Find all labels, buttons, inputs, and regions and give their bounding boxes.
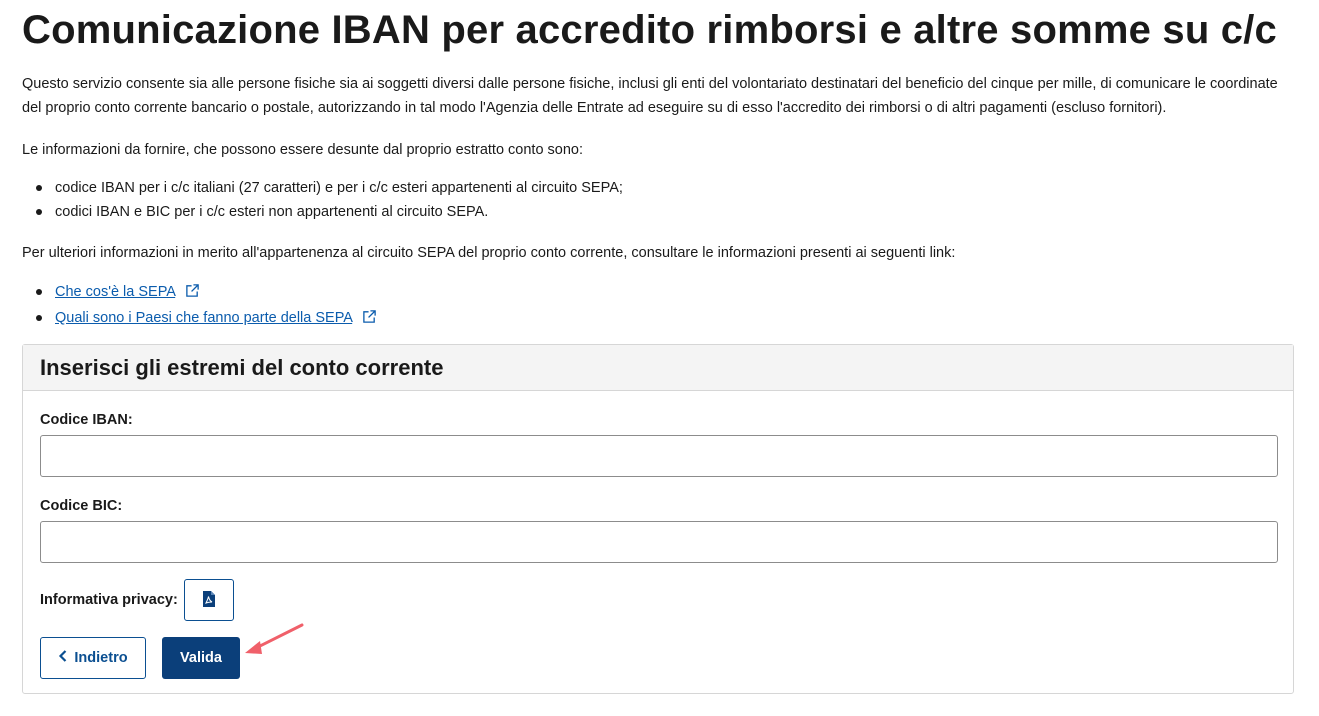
list-item: codice IBAN per i c/c italiani (27 carat… [36,176,623,200]
bic-input[interactable] [40,521,1278,563]
chevron-left-icon [58,650,68,666]
list-item: Che cos'è la SEPA [35,280,377,306]
pdf-icon [202,590,216,610]
sepa-info-link[interactable]: Che cos'è la SEPA [55,284,175,300]
external-link-icon[interactable] [185,282,200,306]
list-item: codici IBAN e BIC per i c/c esteri non a… [36,200,623,224]
sepa-links-list: Che cos'è la SEPA Quali sono i Paesi che… [22,280,377,332]
annotation-arrow-icon [245,623,304,654]
intro-paragraph: Questo servizio consente sia alle person… [22,76,1278,116]
back-button[interactable]: Indietro [40,637,146,679]
external-link-icon[interactable] [362,308,377,332]
form-heading: Inserisci gli estremi del conto corrente [23,345,1293,391]
bank-account-form-panel: Inserisci gli estremi del conto corrente… [22,344,1294,694]
iban-input[interactable] [40,435,1278,477]
bic-label: Codice BIC: [40,498,123,514]
privacy-pdf-button[interactable] [184,579,234,621]
sepa-countries-link[interactable]: Quali sono i Paesi che fanno parte della… [55,310,352,326]
list-item: Quali sono i Paesi che fanno parte della… [35,306,377,332]
iban-label: Codice IBAN: [40,412,133,428]
page: Comunicazione IBAN per accredito rimbors… [0,0,1319,716]
requirements-list: codice IBAN per i c/c italiani (27 carat… [22,176,623,224]
back-button-label: Indietro [74,650,128,666]
validate-button[interactable]: Valida [162,637,240,679]
privacy-label: Informativa privacy: [40,592,178,608]
page-title: Comunicazione IBAN per accredito rimbors… [22,8,1277,52]
more-info-paragraph: Per ulteriori informazioni in merito all… [22,245,956,261]
info-paragraph: Le informazioni da fornire, che possono … [22,142,584,158]
